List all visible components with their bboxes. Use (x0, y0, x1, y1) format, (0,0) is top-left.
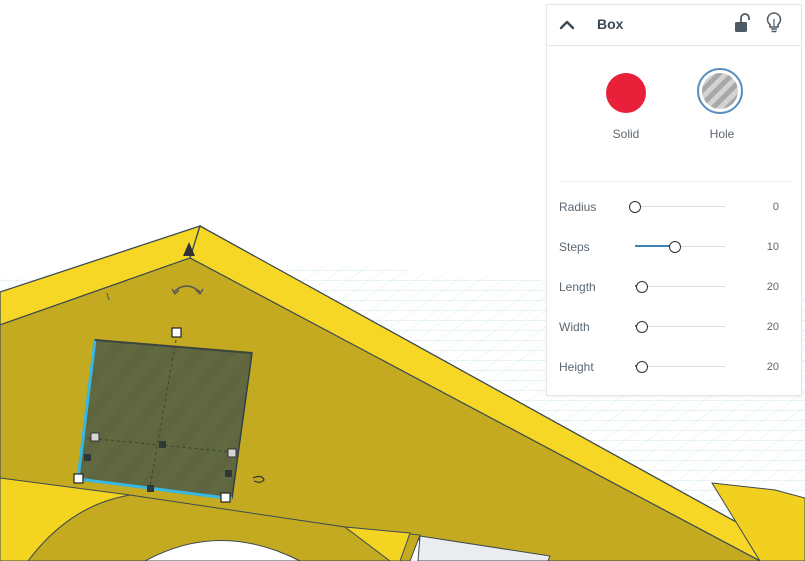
lightbulb-icon[interactable] (765, 11, 783, 35)
radius-slider-knob[interactable] (629, 201, 641, 213)
edge-handle-bottom[interactable] (147, 485, 154, 492)
shape-name[interactable]: Box (597, 16, 623, 32)
length-slider-knob[interactable] (636, 281, 649, 293)
radius-label: Radius (559, 200, 597, 214)
hole-button[interactable]: Hole (687, 63, 757, 143)
width-slider-knob[interactable] (636, 321, 649, 333)
center-handle[interactable] (159, 441, 166, 448)
resize-handle-right[interactable] (227, 448, 237, 458)
length-label: Length (559, 280, 596, 294)
solid-button[interactable]: Solid (591, 63, 661, 143)
height-label: Height (559, 360, 594, 374)
length-value[interactable]: 20 (767, 281, 779, 293)
height-slider-knob[interactable] (636, 361, 649, 373)
resize-handle-bottom-right[interactable] (220, 492, 231, 503)
panel-divider (559, 181, 791, 182)
width-slider[interactable] (635, 321, 725, 333)
property-row-length: Length 20 (547, 273, 801, 303)
steps-value[interactable]: 10 (767, 241, 779, 253)
chevron-up-icon[interactable] (557, 15, 577, 35)
steps-slider[interactable] (635, 241, 725, 253)
hole-swatch (702, 73, 738, 109)
solid-label: Solid (612, 127, 640, 141)
resize-handle-left[interactable] (90, 432, 100, 442)
property-row-radius: Radius 0 (547, 193, 801, 223)
unlock-icon[interactable] (733, 12, 751, 34)
panel-header: Box (547, 5, 801, 46)
resize-handle-bottom-left[interactable] (73, 473, 84, 484)
resize-handle-top[interactable] (171, 327, 182, 338)
steps-slider-knob[interactable] (668, 241, 681, 253)
solid-swatch (606, 73, 646, 113)
property-row-width: Width 20 (547, 313, 801, 343)
radius-value[interactable]: 0 (773, 201, 779, 213)
hole-label: Hole (709, 127, 735, 141)
edge-handle-right[interactable] (225, 470, 232, 477)
steps-label: Steps (559, 240, 590, 254)
property-row-height: Height 20 (547, 353, 801, 383)
width-label: Width (559, 320, 590, 334)
height-slider[interactable] (635, 361, 725, 373)
height-value[interactable]: 20 (767, 361, 779, 373)
width-value[interactable]: 20 (767, 321, 779, 333)
property-row-steps: Steps 10 (547, 233, 801, 263)
shape-inspector-panel: Box Solid Hole Radius 0 Steps 10 Length 20 Wid… (546, 4, 802, 396)
edge-handle-left[interactable] (84, 454, 91, 461)
radius-slider[interactable] (629, 201, 725, 213)
length-slider[interactable] (635, 281, 725, 293)
